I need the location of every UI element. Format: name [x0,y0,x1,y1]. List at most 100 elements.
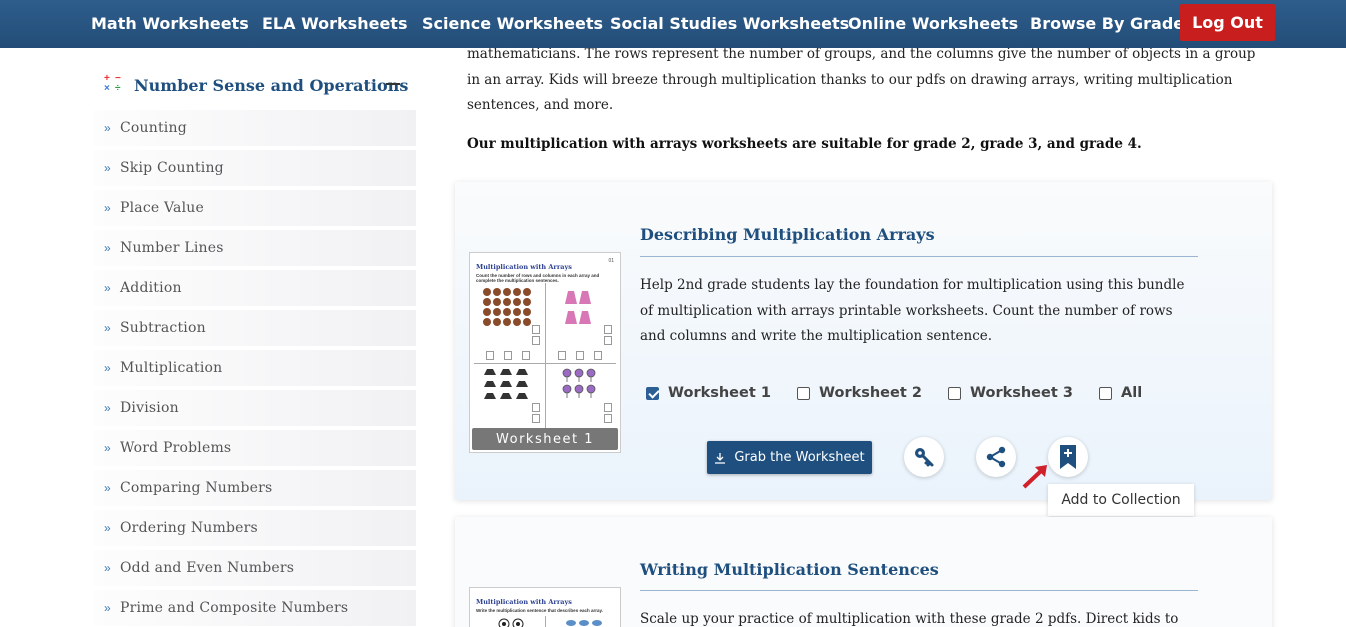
sidebar-item-label: Comparing Numbers [120,480,273,496]
sidebar-item-label: Multiplication [120,360,223,376]
collapse-icon[interactable] [386,83,400,85]
bowl-illustration [566,620,602,626]
answer-box [604,325,612,334]
sidebar-item-comparing-numbers[interactable]: » Comparing Numbers [94,470,416,506]
answer-box [532,325,540,334]
answer-box [504,351,512,360]
sidebar-item-subtraction[interactable]: » Subtraction [94,310,416,346]
chevron-right-icon: » [104,601,111,615]
grade-suitability-text: Our multiplication with arrays worksheet… [467,136,1142,152]
iron-array-illustration [484,369,528,399]
checkbox-label: Worksheet 3 [970,385,1073,401]
key-icon [915,448,934,467]
checkbox-unchecked[interactable] [797,386,810,400]
checkbox-checked[interactable] [646,386,659,400]
sidebar-item-place-value[interactable]: » Place Value [94,190,416,226]
sidebar-item-word-problems[interactable]: » Word Problems [94,430,416,466]
nav-browse-by-grade[interactable]: Browse By Grade [1030,14,1184,33]
thumbnail-badge: Worksheet 1 [472,428,618,450]
answer-key-button[interactable] [904,437,944,477]
chevron-right-icon: » [104,241,111,255]
intro-paragraph: mathematicians. The rows represent the n… [467,42,1267,119]
sidebar-title: Number Sense and Operations [134,75,409,95]
sidebar-item-label: Place Value [120,200,204,216]
bookmark-add-icon [1060,445,1076,469]
grab-worksheet-label: Grab the Worksheet [734,450,865,465]
worksheet-thumbnail[interactable]: 01 Multiplication with Arrays Count the … [469,252,621,453]
intro-line: sentences, and more. [467,97,614,113]
chevron-right-icon: » [104,441,111,455]
answer-box [594,351,602,360]
thumb-instructions: Count the number of rows and columns in … [476,273,600,283]
worksheet-card-describing-arrays: 01 Multiplication with Arrays Count the … [455,182,1272,516]
answer-box [532,336,540,345]
answer-box [532,414,540,423]
sidebar-item-prime-composite-numbers[interactable]: » Prime and Composite Numbers [94,590,416,626]
title-underline [640,590,1198,591]
answer-box [604,336,612,345]
intro-line: in an array. Kids will breeze through mu… [467,71,1233,88]
nav-science-worksheets[interactable]: Science Worksheets [422,14,603,33]
chevron-right-icon: » [104,281,111,295]
worksheet-1-checkbox[interactable]: Worksheet 1 [646,385,771,401]
answer-box [604,403,612,412]
checkbox-unchecked[interactable] [1099,386,1112,400]
thumb-divider [545,616,546,627]
nav-social-studies-worksheets[interactable]: Social Studies Worksheets [610,14,849,33]
lollipop-array-illustration [562,368,596,398]
sidebar-item-label: Number Lines [120,240,224,256]
answer-box [604,414,612,423]
sidebar-item-odd-even-numbers[interactable]: » Odd and Even Numbers [94,550,416,586]
chevron-right-icon: » [104,361,111,375]
chevron-right-icon: » [104,401,111,415]
add-to-collection-button[interactable] [1048,437,1088,477]
sidebar-item-label: Addition [120,280,182,296]
nav-ela-worksheets[interactable]: ELA Worksheets [262,14,407,33]
sidebar-item-ordering-numbers[interactable]: » Ordering Numbers [94,510,416,546]
card-description: Help 2nd grade students lay the foundati… [640,273,1200,350]
sidebar-item-addition[interactable]: » Addition [94,270,416,306]
sidebar-item-label: Skip Counting [120,160,224,176]
cookie-array-illustration [483,288,531,326]
sidebar-item-label: Division [120,400,179,416]
worksheet-2-checkbox[interactable]: Worksheet 2 [797,385,922,401]
share-icon [986,446,1006,468]
answer-box [522,351,530,360]
dress-array-illustration [565,291,591,324]
sidebar-item-label: Word Problems [120,440,232,456]
answer-box [532,403,540,412]
thumb-title: Multiplication with Arrays [476,598,572,606]
worksheet-card-writing-sentences: Multiplication with Arrays Write the mul… [455,517,1272,627]
thumb-title: Multiplication with Arrays [476,263,572,271]
sidebar-item-division[interactable]: » Division [94,390,416,426]
worksheet-thumbnail[interactable]: Multiplication with Arrays Write the mul… [469,587,621,627]
sidebar-item-number-lines[interactable]: » Number Lines [94,230,416,266]
nav-math-worksheets[interactable]: Math Worksheets [91,14,249,33]
sidebar-item-label: Counting [120,120,187,136]
logout-button[interactable]: Log Out [1180,4,1275,41]
description-line: of multiplication with arrays printable … [640,302,1173,319]
all-worksheets-checkbox[interactable]: All [1099,385,1142,401]
chevron-right-icon: » [104,521,111,535]
checkbox-unchecked[interactable] [948,386,961,400]
sidebar-item-multiplication[interactable]: » Multiplication [94,350,416,386]
chevron-right-icon: » [104,481,111,495]
sidebar-header[interactable]: + − × ÷ Number Sense and Operations [104,70,408,100]
share-button[interactable] [976,437,1016,477]
sidebar-item-label: Odd and Even Numbers [120,560,295,576]
worksheet-3-checkbox[interactable]: Worksheet 3 [948,385,1073,401]
grab-worksheet-button[interactable]: Grab the Worksheet [707,441,872,474]
answer-box [558,351,566,360]
math-ops-icon: + − × ÷ [104,73,121,94]
card-title[interactable]: Describing Multiplication Arrays [640,225,935,244]
checkbox-label: All [1121,385,1143,401]
sidebar-item-skip-counting[interactable]: » Skip Counting [94,150,416,186]
sidebar-item-counting[interactable]: » Counting [94,110,416,146]
nav-online-worksheets[interactable]: Online Worksheets [848,14,1018,33]
sidebar-item-label: Prime and Composite Numbers [120,600,349,616]
add-to-collection-tooltip: Add to Collection [1048,484,1194,516]
chevron-right-icon: » [104,321,111,335]
description-line: and columns and write the multiplication… [640,328,993,344]
description-line: Help 2nd grade students lay the foundati… [640,277,1185,293]
card-title[interactable]: Writing Multiplication Sentences [640,560,939,579]
